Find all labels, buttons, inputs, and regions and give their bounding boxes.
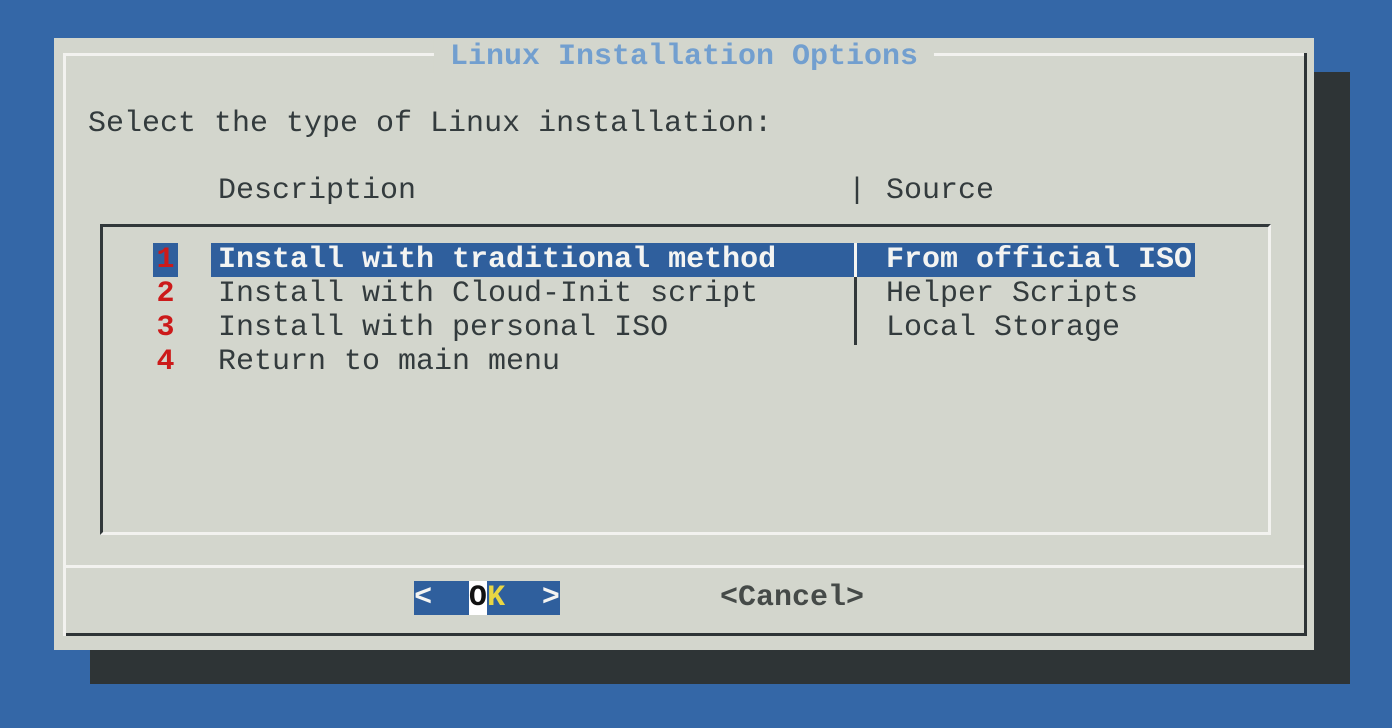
column-separator-line-selected — [854, 243, 857, 277]
ok-button-cursor-char: O — [469, 581, 487, 615]
column-header-separator: | — [848, 174, 860, 208]
button-row-separator — [66, 565, 1304, 568]
menu-item-source: Local Storage — [886, 311, 1120, 345]
terminal-screen: Linux Installation Options Select the ty… — [0, 0, 1392, 728]
menu-item-cloud-init[interactable]: 2 Install with Cloud-Init script Helper … — [54, 277, 1314, 311]
column-header-source: Source — [886, 174, 994, 208]
menu-item-description: Install with personal ISO — [218, 311, 668, 345]
button-row: < O K > <Cancel> — [54, 581, 1314, 615]
ok-button-open-bracket: < — [414, 581, 432, 615]
dialog-border-bottom — [66, 633, 1307, 636]
dialog-title: Linux Installation Options — [434, 40, 934, 74]
menu-item-traditional[interactable]: 1 Install with traditional method From o… — [54, 243, 1314, 277]
menu-item-description: Return to main menu — [218, 345, 560, 379]
column-separator-line — [854, 277, 857, 345]
menu-item-return-main-menu[interactable]: 4 Return to main menu — [54, 345, 1314, 379]
dialog-prompt: Select the type of Linux installation: — [88, 107, 772, 141]
menu-item-tag: 4 — [153, 345, 178, 379]
menu-item-description: Install with Cloud-Init script — [218, 277, 758, 311]
menu-item-tag: 2 — [153, 277, 178, 311]
column-header-description: Description — [218, 174, 416, 208]
menu-item-personal-iso[interactable]: 3 Install with personal ISO Local Storag… — [54, 311, 1314, 345]
installation-options-dialog: Linux Installation Options Select the ty… — [54, 38, 1314, 650]
menu-item-tag: 3 — [153, 311, 178, 345]
ok-button-close-bracket: > — [542, 581, 560, 615]
menu-item-source: Helper Scripts — [886, 277, 1138, 311]
ok-button[interactable]: < O K > — [414, 581, 560, 615]
menu-item-tag: 1 — [153, 243, 178, 277]
ok-button-hotkey-char: K — [487, 581, 505, 615]
menu-item-description: Install with traditional method — [218, 243, 776, 277]
cancel-button[interactable]: <Cancel> — [720, 581, 864, 615]
menu-item-source: From official ISO — [886, 243, 1192, 277]
